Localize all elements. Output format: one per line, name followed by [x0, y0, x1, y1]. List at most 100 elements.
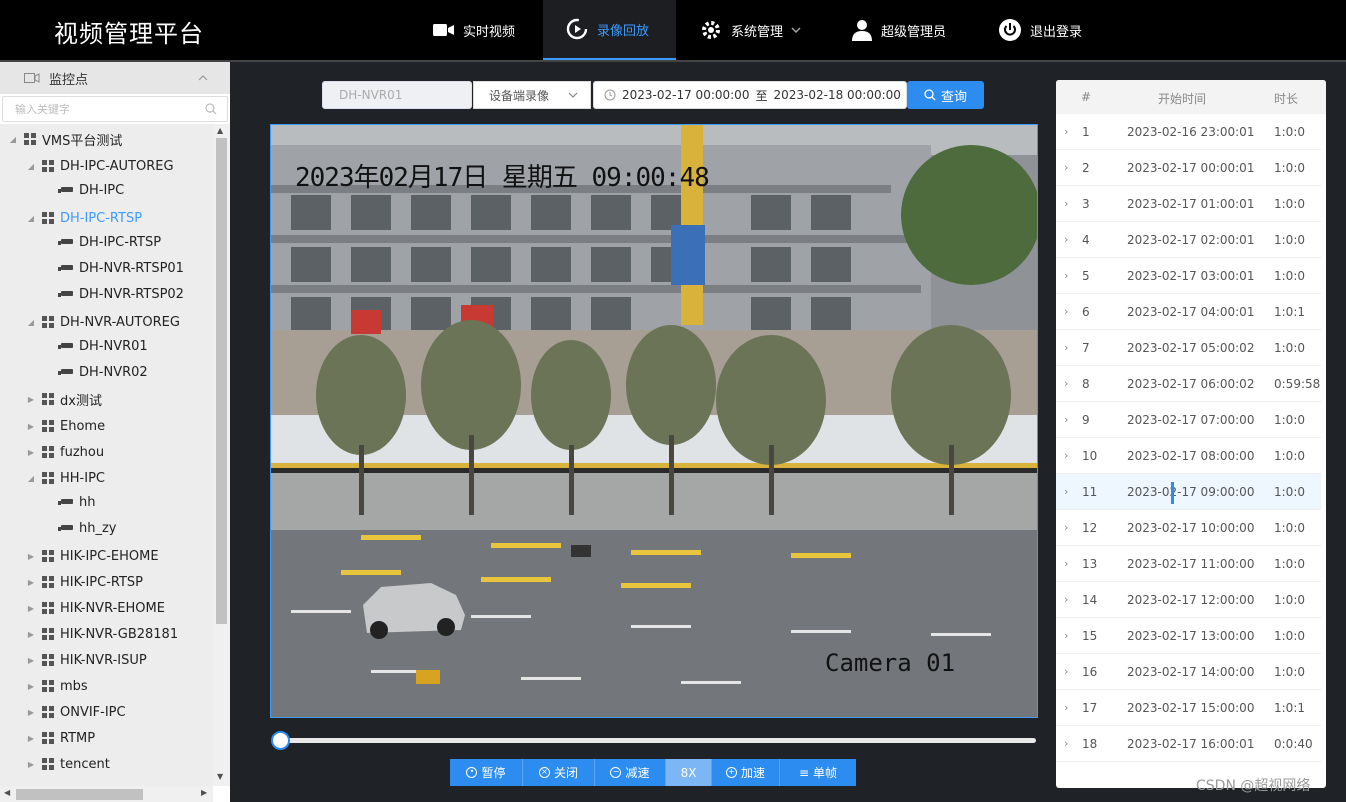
- query-button[interactable]: 查询: [907, 81, 984, 109]
- nav-logout[interactable]: 退出登录: [998, 0, 1082, 60]
- record-row[interactable]: › 7 2023-02-17 05:00:02 1:0:0: [1056, 330, 1321, 366]
- slow-down-button[interactable]: − 减速: [595, 759, 666, 786]
- expand-caret-icon[interactable]: ›: [1064, 629, 1068, 642]
- record-row[interactable]: › 4 2023-02-17 02:00:01 1:0:0: [1056, 222, 1321, 258]
- device-name-field[interactable]: DH-NVR01: [322, 81, 472, 109]
- expand-caret-icon[interactable]: ›: [1064, 557, 1068, 570]
- tree-node[interactable]: ▶ RTMP: [26, 726, 95, 750]
- record-row[interactable]: › 13 2023-02-17 11:00:00 1:0:0: [1056, 546, 1321, 582]
- tree-node[interactable]: ▶ HIK-IPC-EHOME: [26, 544, 159, 568]
- expand-caret-icon[interactable]: ›: [1064, 665, 1068, 678]
- nav-user[interactable]: 超级管理员: [851, 0, 946, 60]
- scroll-left-icon[interactable]: ◀: [4, 788, 10, 797]
- tree-node[interactable]: hh: [58, 490, 95, 514]
- nav-system-manage[interactable]: 系统管理: [699, 0, 801, 60]
- tree-node[interactable]: ◢ DH-IPC-RTSP: [26, 206, 142, 230]
- close-button[interactable]: × 关闭: [523, 759, 595, 786]
- single-frame-button[interactable]: ≡ 单帧: [780, 759, 856, 786]
- record-row[interactable]: › 14 2023-02-17 12:00:00 1:0:0: [1056, 582, 1321, 618]
- tree-node[interactable]: ▶ ONVIF-IPC: [26, 700, 126, 724]
- collapsed-caret-icon[interactable]: ▶: [26, 630, 36, 639]
- speed-up-button[interactable]: + 加速: [712, 759, 780, 786]
- date-start[interactable]: 2023-02-17 00:00:00: [622, 88, 749, 102]
- tree-node[interactable]: DH-NVR01: [58, 334, 148, 358]
- collapsed-caret-icon[interactable]: ▶: [26, 448, 36, 457]
- scroll-up-icon[interactable]: ▲: [217, 126, 223, 135]
- playback-progress-knob[interactable]: [271, 731, 290, 750]
- tree-node[interactable]: ◢ VMS平台测试: [8, 127, 122, 151]
- nav-live-video[interactable]: 实时视频: [433, 0, 515, 60]
- collapsed-caret-icon[interactable]: ▶: [26, 682, 36, 691]
- tree-horizontal-scrollbar[interactable]: ◀ ▶: [0, 786, 213, 802]
- expand-caret-icon[interactable]: ›: [1064, 161, 1068, 174]
- collapsed-caret-icon[interactable]: ▶: [26, 760, 36, 769]
- date-end[interactable]: 2023-02-18 00:00:00: [773, 88, 900, 102]
- tree-node[interactable]: ▶ HIK-NVR-GB28181: [26, 622, 178, 646]
- nav-playback[interactable]: 录像回放: [543, 0, 676, 60]
- tree-node[interactable]: ◢ HH-IPC: [26, 466, 105, 490]
- record-row[interactable]: › 8 2023-02-17 06:00:02 0:59:58: [1056, 366, 1321, 402]
- record-row[interactable]: › 12 2023-02-17 10:00:00 1:0:0: [1056, 510, 1321, 546]
- tree-node[interactable]: ▶ fuzhou: [26, 440, 104, 464]
- expand-caret-icon[interactable]: ›: [1064, 593, 1068, 606]
- expand-caret-icon[interactable]: ›: [1064, 485, 1068, 498]
- tree-node[interactable]: ▶ HIK-NVR-ISUP: [26, 648, 147, 672]
- collapsed-caret-icon[interactable]: ▶: [26, 604, 36, 613]
- record-row[interactable]: › 18 2023-02-17 16:00:01 0:0:40: [1056, 726, 1321, 762]
- tree-node[interactable]: ▶ tencent: [26, 752, 110, 776]
- collapsed-caret-icon[interactable]: ▶: [26, 656, 36, 665]
- record-row[interactable]: › 17 2023-02-17 15:00:00 1:0:1: [1056, 690, 1321, 726]
- tree-vertical-scrollbar[interactable]: ▲ ▼: [213, 124, 230, 786]
- playback-progress-track[interactable]: [271, 731, 1036, 750]
- scroll-down-icon[interactable]: ▼: [217, 772, 223, 781]
- expand-caret-icon[interactable]: ›: [1064, 377, 1068, 390]
- pause-button[interactable]: • 暂停: [450, 759, 523, 786]
- tree-node[interactable]: DH-NVR-RTSP02: [58, 282, 184, 306]
- record-row[interactable]: › 6 2023-02-17 04:00:01 1:0:1: [1056, 294, 1321, 330]
- collapsed-caret-icon[interactable]: ▶: [26, 395, 36, 404]
- record-row[interactable]: › 9 2023-02-17 07:00:00 1:0:0: [1056, 402, 1321, 438]
- expand-caret-icon[interactable]: ›: [1064, 233, 1068, 246]
- record-type-select[interactable]: 设备端录像: [473, 81, 591, 109]
- tree-node[interactable]: ◢ DH-IPC-AUTOREG: [26, 154, 174, 178]
- expanded-caret-icon[interactable]: ◢: [8, 135, 18, 144]
- video-player[interactable]: 2023年02月17日 星期五 09:00:48 Camera 01: [270, 124, 1038, 718]
- expanded-caret-icon[interactable]: ◢: [26, 474, 36, 483]
- collapsed-caret-icon[interactable]: ▶: [26, 734, 36, 743]
- scroll-right-icon[interactable]: ▶: [201, 788, 207, 797]
- expanded-caret-icon[interactable]: ◢: [26, 162, 36, 171]
- record-row[interactable]: › 15 2023-02-17 13:00:00 1:0:0: [1056, 618, 1321, 654]
- expand-caret-icon[interactable]: ›: [1064, 341, 1068, 354]
- expand-caret-icon[interactable]: ›: [1064, 125, 1068, 138]
- tree-node[interactable]: DH-NVR02: [58, 360, 148, 384]
- expanded-caret-icon[interactable]: ◢: [26, 318, 36, 327]
- expanded-caret-icon[interactable]: ◢: [26, 214, 36, 223]
- record-row[interactable]: › 5 2023-02-17 03:00:01 1:0:0: [1056, 258, 1321, 294]
- expand-caret-icon[interactable]: ›: [1064, 269, 1068, 282]
- expand-caret-icon[interactable]: ›: [1064, 737, 1068, 750]
- expand-caret-icon[interactable]: ›: [1064, 305, 1068, 318]
- tree-node[interactable]: ▶ HIK-NVR-EHOME: [26, 596, 165, 620]
- tree-node[interactable]: ▶ HIK-IPC-RTSP: [26, 570, 143, 594]
- record-row[interactable]: › 10 2023-02-17 08:00:00 1:0:0: [1056, 438, 1321, 474]
- expand-caret-icon[interactable]: ›: [1064, 197, 1068, 210]
- collapsed-caret-icon[interactable]: ▶: [26, 708, 36, 717]
- collapsed-caret-icon[interactable]: ▶: [26, 578, 36, 587]
- expand-caret-icon[interactable]: ›: [1064, 521, 1068, 534]
- collapsed-caret-icon[interactable]: ▶: [26, 422, 36, 431]
- expand-caret-icon[interactable]: ›: [1064, 413, 1068, 426]
- expand-caret-icon[interactable]: ›: [1064, 701, 1068, 714]
- date-range-picker[interactable]: 2023-02-17 00:00:00 至 2023-02-18 00:00:0…: [593, 81, 907, 109]
- record-row[interactable]: › 11 2023-02-17 09:00:00 1:0:0: [1056, 474, 1321, 510]
- tree-horizontal-scroll-thumb[interactable]: [16, 789, 143, 800]
- tree-node[interactable]: DH-NVR-RTSP01: [58, 256, 184, 280]
- record-row[interactable]: › 16 2023-02-17 14:00:00 1:0:0: [1056, 654, 1321, 690]
- expand-caret-icon[interactable]: ›: [1064, 449, 1068, 462]
- chevron-up-icon[interactable]: [198, 74, 208, 81]
- record-row[interactable]: › 1 2023-02-16 23:00:01 1:0:0: [1056, 114, 1321, 150]
- tree-node[interactable]: ◢ DH-NVR-AUTOREG: [26, 310, 180, 334]
- sidebar-header[interactable]: 监控点: [0, 62, 230, 94]
- search-icon[interactable]: [205, 103, 217, 115]
- tree-node[interactable]: ▶ dx测试: [26, 387, 102, 411]
- tree-node[interactable]: DH-IPC-RTSP: [58, 230, 161, 254]
